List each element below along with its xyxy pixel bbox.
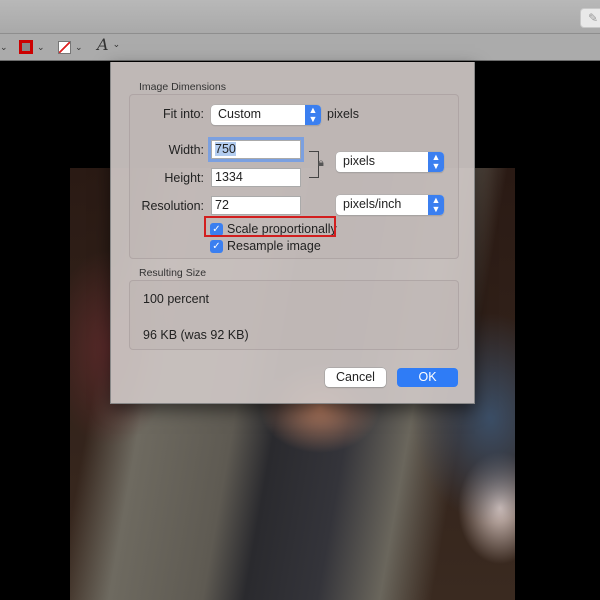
width-input[interactable]: 750	[208, 137, 304, 162]
cancel-button[interactable]: Cancel	[325, 368, 386, 387]
resulting-file-size: 96 KB (was 92 KB)	[143, 328, 249, 342]
stepper-arrows-icon: ▲ ▼	[428, 195, 444, 215]
chevron-down-icon: ⌄	[0, 41, 8, 52]
image-dimensions-label: Image Dimensions	[139, 81, 226, 93]
resulting-size-label: Resulting Size	[139, 267, 207, 279]
fit-into-label: Fit into:	[163, 107, 204, 121]
fit-into-unit: pixels	[327, 107, 359, 121]
window-titlebar: ✎	[0, 0, 600, 34]
lock-icon[interactable]: 🔒︎	[318, 157, 324, 170]
height-label: Height:	[164, 171, 204, 185]
markup-button[interactable]: ✎	[580, 8, 600, 28]
border-color-button[interactable]: ⌄	[19, 40, 45, 54]
size-unit-value: pixels	[343, 154, 375, 168]
resample-image-label: Resample image	[227, 239, 321, 253]
text-style-icon: A	[97, 34, 109, 54]
ok-button[interactable]: OK	[397, 368, 458, 387]
checkmark-icon: ✓	[210, 239, 223, 253]
text-style-button[interactable]: A ⌄	[97, 34, 121, 54]
height-value: 1334	[215, 170, 243, 184]
fill-color-button[interactable]: ⌄	[58, 40, 83, 54]
highlight-box	[204, 216, 336, 237]
chevron-down-icon: ⌄	[112, 38, 121, 49]
fit-into-select[interactable]: Custom ▲ ▼	[211, 105, 321, 125]
fit-into-value: Custom	[218, 107, 262, 121]
resample-image-checkbox[interactable]: ✓ Resample image	[210, 239, 321, 253]
size-unit-select[interactable]: pixels ▲ ▼	[336, 152, 444, 172]
stepper-arrows-icon: ▲ ▼	[305, 105, 321, 125]
pencil-icon: ✎	[587, 11, 599, 25]
border-color-icon	[19, 40, 33, 54]
chevron-down-icon: ⌄	[37, 41, 45, 52]
resolution-label: Resolution:	[141, 199, 204, 213]
adjust-size-dialog: Image Dimensions Fit into: Custom ▲ ▼ pixe…	[110, 62, 475, 404]
stepper-arrows-icon: ▲ ▼	[428, 152, 444, 172]
fill-color-icon	[58, 40, 71, 54]
resolution-unit-value: pixels/inch	[343, 197, 402, 211]
resolution-input[interactable]: 72	[211, 196, 301, 215]
resulting-percent: 100 percent	[143, 292, 210, 306]
width-value: 750	[215, 142, 236, 156]
height-input[interactable]: 1334	[211, 168, 301, 187]
resolution-value: 72	[215, 198, 229, 212]
resolution-unit-select[interactable]: pixels/inch ▲ ▼	[336, 195, 444, 215]
resulting-size-group: 100 percent 96 KB (was 92 KB)	[129, 280, 459, 350]
chevron-down-icon: ⌄	[75, 41, 83, 52]
markup-toolbar: ⌄ ⌄ ⌄ A ⌄	[0, 34, 600, 61]
width-label: Width:	[168, 143, 204, 157]
shape-style-menu[interactable]: ⌄	[0, 40, 8, 54]
